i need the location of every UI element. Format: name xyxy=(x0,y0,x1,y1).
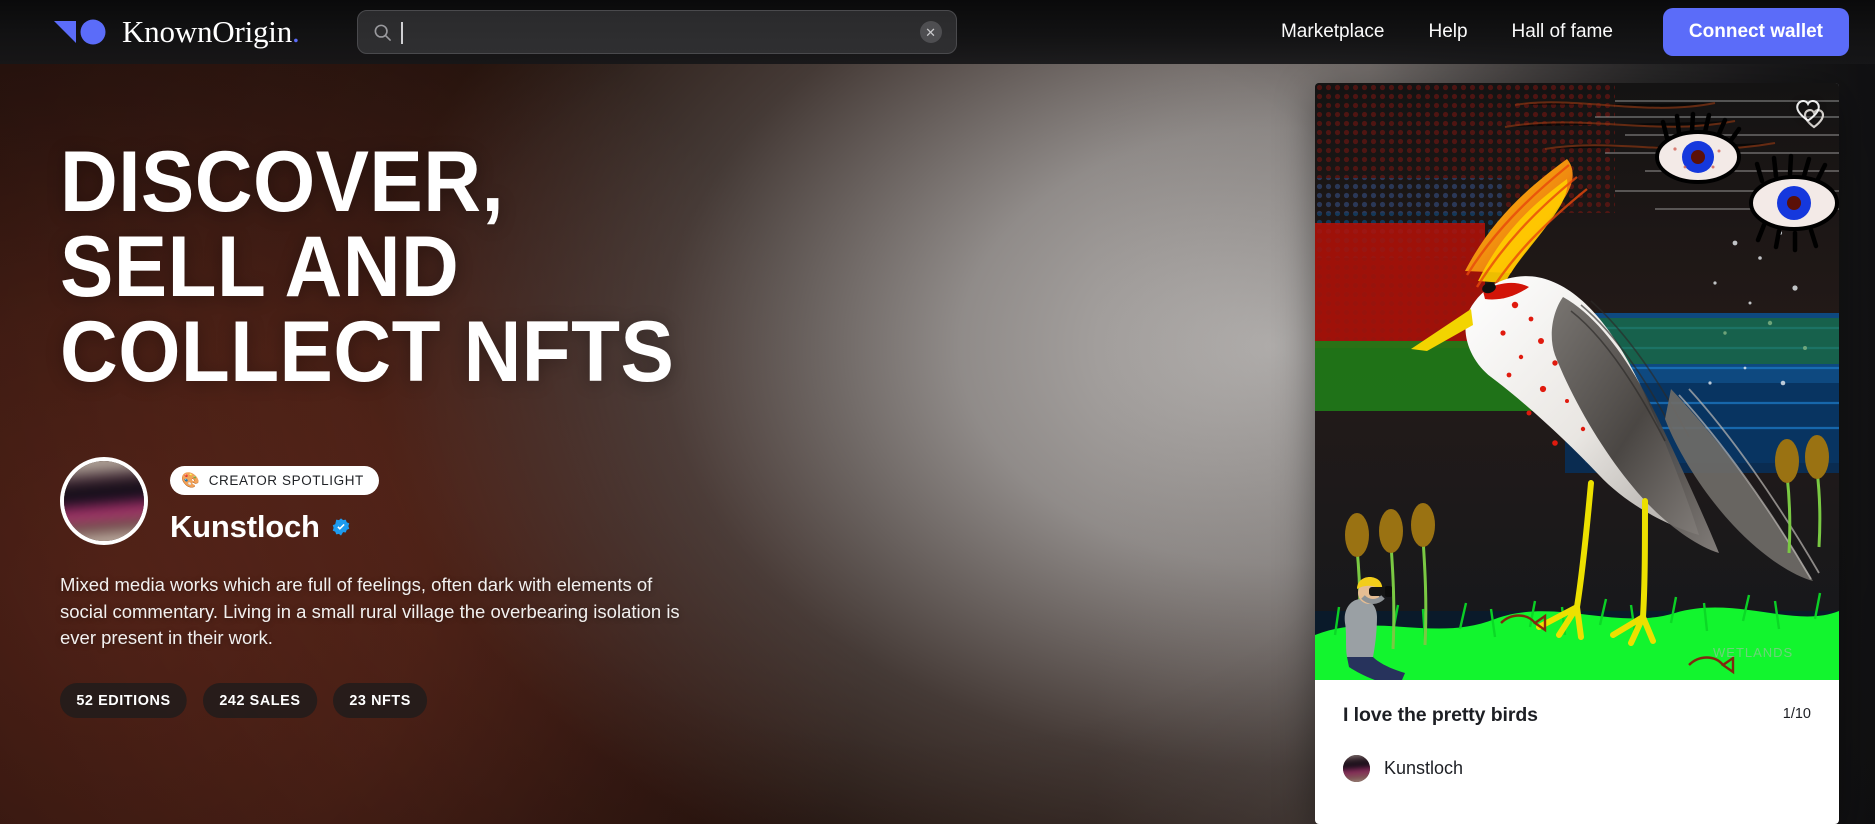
creator-spotlight-label: CREATOR SPOTLIGHT xyxy=(208,473,364,489)
hero-content: DISCOVER, SELL AND COLLECT NFTS 🎨 CREATO… xyxy=(60,134,890,719)
heart-outline-icon[interactable] xyxy=(1795,99,1821,123)
nft-info-top: I love the pretty birds 1/10 xyxy=(1343,704,1811,727)
svg-text:WETLANDS: WETLANDS xyxy=(1713,645,1793,660)
search-icon xyxy=(373,23,392,42)
stat-nfts: 23 NFTS xyxy=(332,683,428,719)
creator-row: 🎨 CREATOR SPOTLIGHT Kunstloch xyxy=(60,457,890,546)
top-navbar: KnownOrigin. ✕ Marketplace Help Hall of … xyxy=(0,0,1875,64)
hero-title-line-2: SELL AND xyxy=(60,219,460,316)
brand-name: KnownOrigin. xyxy=(122,14,300,49)
brand-logo[interactable]: KnownOrigin. xyxy=(52,14,300,50)
hero-title: DISCOVER, SELL AND COLLECT NFTS xyxy=(60,134,832,401)
brand-dot: . xyxy=(292,14,300,49)
nft-artist-name: Kunstloch xyxy=(1384,758,1464,778)
nft-title: I love the pretty birds xyxy=(1343,704,1538,726)
artist-avatar-image xyxy=(1343,755,1370,782)
creator-meta: 🎨 CREATOR SPOTLIGHT Kunstloch xyxy=(170,466,379,545)
nav-link-hall-of-fame[interactable]: Hall of fame xyxy=(1490,21,1635,43)
creator-avatar-image xyxy=(64,461,144,542)
connect-wallet-button[interactable]: Connect wallet xyxy=(1662,8,1849,56)
stat-sales: 242 SALES xyxy=(203,683,318,719)
verified-badge-icon xyxy=(331,517,351,537)
nft-artwork[interactable]: WETLANDS xyxy=(1315,83,1839,680)
search-input[interactable] xyxy=(401,11,910,53)
nav-link-help[interactable]: Help xyxy=(1406,21,1489,43)
nft-artist-row[interactable]: Kunstloch xyxy=(1343,755,1811,782)
nav-links: Marketplace Help Hall of fame Connect wa… xyxy=(1259,8,1849,56)
search-box[interactable]: ✕ xyxy=(356,10,957,54)
hero-title-line-3: COLLECT NFTS xyxy=(60,304,675,401)
nft-info: I love the pretty birds 1/10 Kunstloch xyxy=(1315,680,1839,782)
search-text-caret xyxy=(400,22,403,44)
hero-title-line-1: DISCOVER, xyxy=(60,134,505,230)
palette-emoji-icon: 🎨 xyxy=(181,472,200,490)
featured-nft-card[interactable]: WETLANDS I love the pretty birds 1/10 Ku… xyxy=(1315,83,1839,824)
creator-description: Mixed media works which are full of feel… xyxy=(60,574,680,648)
creator-avatar[interactable] xyxy=(60,457,148,546)
artist-avatar xyxy=(1343,755,1370,782)
creator-stats: 52 EDITIONS 242 SALES 23 NFTS xyxy=(60,683,890,719)
creator-spotlight-badge: 🎨 CREATOR SPOTLIGHT xyxy=(170,466,379,496)
stat-editions: 52 EDITIONS xyxy=(60,683,188,719)
creator-name: Kunstloch xyxy=(170,509,320,545)
search-container: ✕ xyxy=(356,10,957,54)
creator-name-row[interactable]: Kunstloch xyxy=(170,509,379,545)
clear-glyph: ✕ xyxy=(925,24,937,40)
clear-search-icon[interactable]: ✕ xyxy=(919,21,942,43)
triangle-circle-logo-icon xyxy=(52,19,108,45)
nav-link-marketplace[interactable]: Marketplace xyxy=(1259,21,1407,43)
nft-edition-count: 1/10 xyxy=(1782,706,1811,722)
page-root: KnownOrigin. ✕ Marketplace Help Hall of … xyxy=(0,0,1875,824)
